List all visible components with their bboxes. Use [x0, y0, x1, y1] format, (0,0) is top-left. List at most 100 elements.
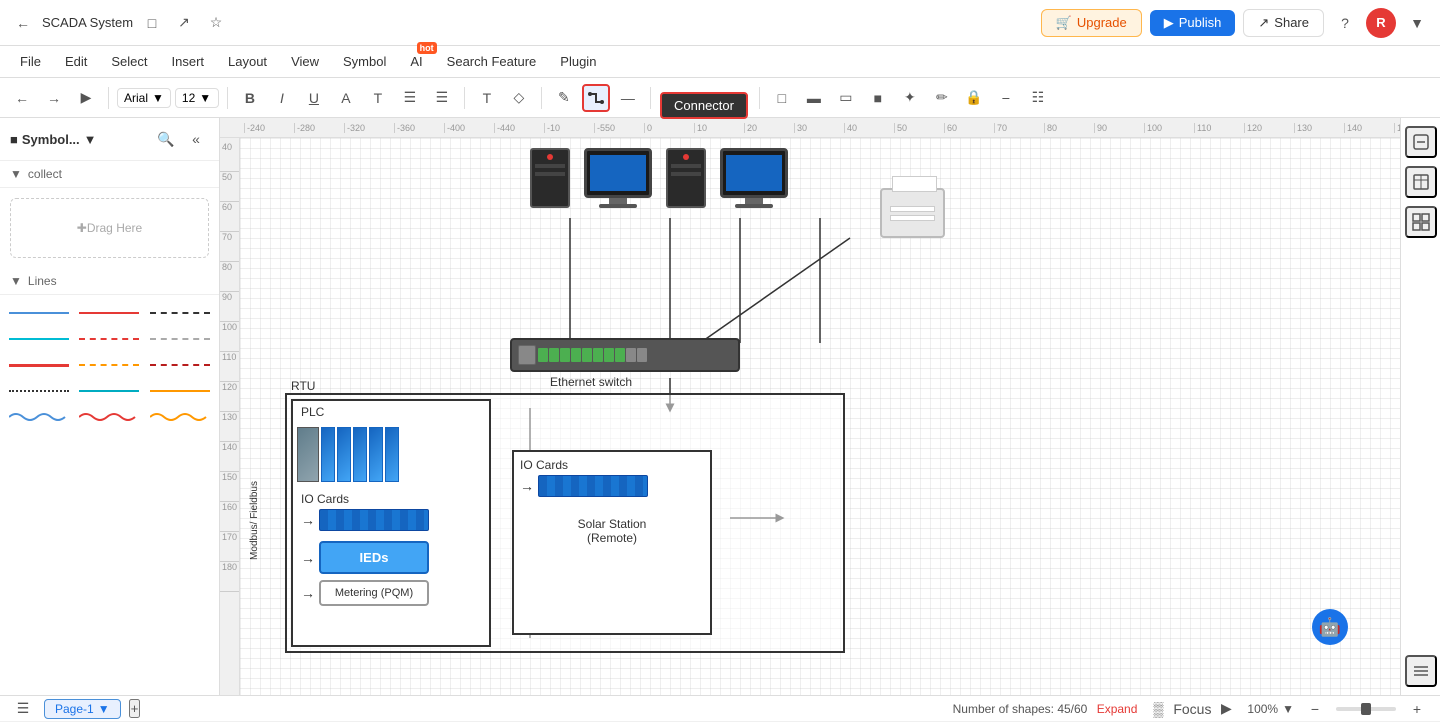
- menu-select[interactable]: Select: [101, 50, 157, 73]
- line-blue-wavy[interactable]: [6, 407, 72, 427]
- symbol-icon: ■: [10, 132, 18, 147]
- export-icon[interactable]: ↗: [171, 10, 197, 36]
- right-panel-grid-button[interactable]: [1405, 206, 1437, 238]
- line-blue-solid[interactable]: [6, 303, 72, 323]
- page-tab-1[interactable]: Page-1 ▼: [44, 699, 121, 719]
- server-2[interactable]: [666, 148, 706, 208]
- right-panel-style-button[interactable]: [1405, 126, 1437, 158]
- format-painter-button[interactable]: ▶: [72, 84, 100, 112]
- share-button[interactable]: ↗ Share: [1243, 9, 1324, 37]
- line-darkred-dashed[interactable]: [147, 355, 213, 375]
- layout-toggle-button[interactable]: ☰: [10, 696, 36, 722]
- line-teal-solid[interactable]: [6, 329, 72, 349]
- zoom-slider[interactable]: [1336, 707, 1396, 711]
- menu-layout[interactable]: Layout: [218, 50, 277, 73]
- metering-button[interactable]: Metering (PQM): [319, 580, 429, 606]
- font-color-button[interactable]: A: [332, 84, 360, 112]
- upgrade-label: Upgrade: [1077, 15, 1127, 30]
- sidebar-section-lines[interactable]: ▼ Lines: [0, 268, 219, 295]
- line-dotted[interactable]: [6, 381, 72, 401]
- line-red-solid[interactable]: [76, 303, 142, 323]
- section-collect-label: collect: [28, 167, 62, 181]
- publish-button[interactable]: ▶ Publish: [1150, 10, 1236, 36]
- ethernet-switch[interactable]: Ethernet switch: [510, 338, 740, 389]
- history-icon[interactable]: □: [139, 10, 165, 36]
- underline-button[interactable]: U: [300, 84, 328, 112]
- bold-button[interactable]: B: [236, 84, 264, 112]
- line-button[interactable]: —: [614, 84, 642, 112]
- drag-area[interactable]: ✚ Drag Here: [10, 198, 209, 258]
- printer[interactable]: [880, 188, 945, 238]
- menu-file[interactable]: File: [10, 50, 51, 73]
- line-red-dashed[interactable]: [76, 329, 142, 349]
- shape3-button[interactable]: ■: [864, 84, 892, 112]
- lock-button[interactable]: 🔒: [960, 84, 988, 112]
- menu-search-feature[interactable]: Search Feature: [437, 50, 547, 73]
- right-panel-data-button[interactable]: [1405, 166, 1437, 198]
- line-orange-dashed[interactable]: [76, 355, 142, 375]
- canvas-area[interactable]: -240 -280 -320 -360 -400 -440 -10 -550 0…: [220, 118, 1400, 695]
- sidebar-section-collect[interactable]: ▼ collect: [0, 161, 219, 188]
- star-icon[interactable]: ☆: [203, 10, 229, 36]
- unlink-button[interactable]: ⎯: [992, 84, 1020, 112]
- menu-ai[interactable]: AIhot: [400, 50, 432, 73]
- line-red-wavy[interactable]: [76, 407, 142, 427]
- connector-tooltip: Connector: [660, 92, 748, 119]
- line-teal-display: [9, 338, 69, 340]
- shape4-button[interactable]: ✦: [896, 84, 924, 112]
- add-page-button[interactable]: +: [129, 699, 141, 718]
- redo-button[interactable]: →: [40, 84, 68, 112]
- undo-button[interactable]: ←: [8, 84, 36, 112]
- shape2-button[interactable]: ▭: [832, 84, 860, 112]
- sidebar-collapse-button[interactable]: «: [183, 126, 209, 152]
- zoom-fit-button[interactable]: ▶: [1213, 696, 1239, 722]
- italic-button[interactable]: I: [268, 84, 296, 112]
- rounded-rect-button[interactable]: ▬: [800, 84, 828, 112]
- chatbot-button[interactable]: 🤖: [1312, 609, 1348, 645]
- draw-button[interactable]: ✎: [550, 84, 578, 112]
- remote-station-box[interactable]: IO Cards → Solar Station(Remote): [512, 450, 712, 635]
- text-button[interactable]: T: [364, 84, 392, 112]
- shape-button[interactable]: ◇: [505, 84, 533, 112]
- line-orange-solid[interactable]: [147, 381, 213, 401]
- zoom-out-button[interactable]: −: [1302, 696, 1328, 722]
- align-left-button[interactable]: ☰: [396, 84, 424, 112]
- canvas-content[interactable]: Ethernet switch RTU PLC: [240, 138, 1400, 695]
- expand-link[interactable]: Expand: [1097, 702, 1138, 716]
- upgrade-button[interactable]: 🛒 Upgrade: [1041, 9, 1142, 37]
- menu-edit[interactable]: Edit: [55, 50, 97, 73]
- menu-insert[interactable]: Insert: [162, 50, 215, 73]
- focus-button[interactable]: Focus: [1179, 696, 1205, 722]
- focus-label: Focus: [1173, 701, 1211, 717]
- edit-shape-button[interactable]: ✏: [928, 84, 956, 112]
- line-cyan-solid[interactable]: [76, 381, 142, 401]
- computer-group: [530, 148, 788, 208]
- monitor-2[interactable]: [720, 148, 788, 208]
- line-gray-dashed[interactable]: [147, 329, 213, 349]
- table-button[interactable]: ☷: [1024, 84, 1052, 112]
- back-button[interactable]: ←: [10, 10, 36, 36]
- ieds-button[interactable]: IEDs: [319, 541, 429, 574]
- font-selector[interactable]: Arial ▼: [117, 88, 171, 108]
- layers-button[interactable]: ▒: [1145, 696, 1171, 722]
- help-button[interactable]: ?: [1332, 10, 1358, 36]
- account-menu-button[interactable]: ▼: [1404, 10, 1430, 36]
- menu-symbol[interactable]: Symbol: [333, 50, 396, 73]
- server-1[interactable]: [530, 148, 570, 208]
- line-red2-solid[interactable]: [6, 355, 72, 375]
- menu-view[interactable]: View: [281, 50, 329, 73]
- plc-box[interactable]: PLC IO Cards →: [291, 399, 491, 647]
- align-button[interactable]: ☰: [428, 84, 456, 112]
- zoom-in-button[interactable]: +: [1404, 696, 1430, 722]
- monitor-1[interactable]: [584, 148, 652, 208]
- rectangle-button[interactable]: □: [768, 84, 796, 112]
- rtu-container[interactable]: RTU PLC IO Cards: [285, 393, 845, 653]
- font-size-selector[interactable]: 12 ▼: [175, 88, 219, 108]
- line-dark-dashed[interactable]: [147, 303, 213, 323]
- text-mode-button[interactable]: T: [473, 84, 501, 112]
- line-orange-wavy[interactable]: [147, 407, 213, 427]
- connector-button[interactable]: [582, 84, 610, 112]
- menu-plugin[interactable]: Plugin: [550, 50, 606, 73]
- sidebar-search-button[interactable]: 🔍: [153, 126, 179, 152]
- right-panel-menu-button[interactable]: [1405, 655, 1437, 687]
